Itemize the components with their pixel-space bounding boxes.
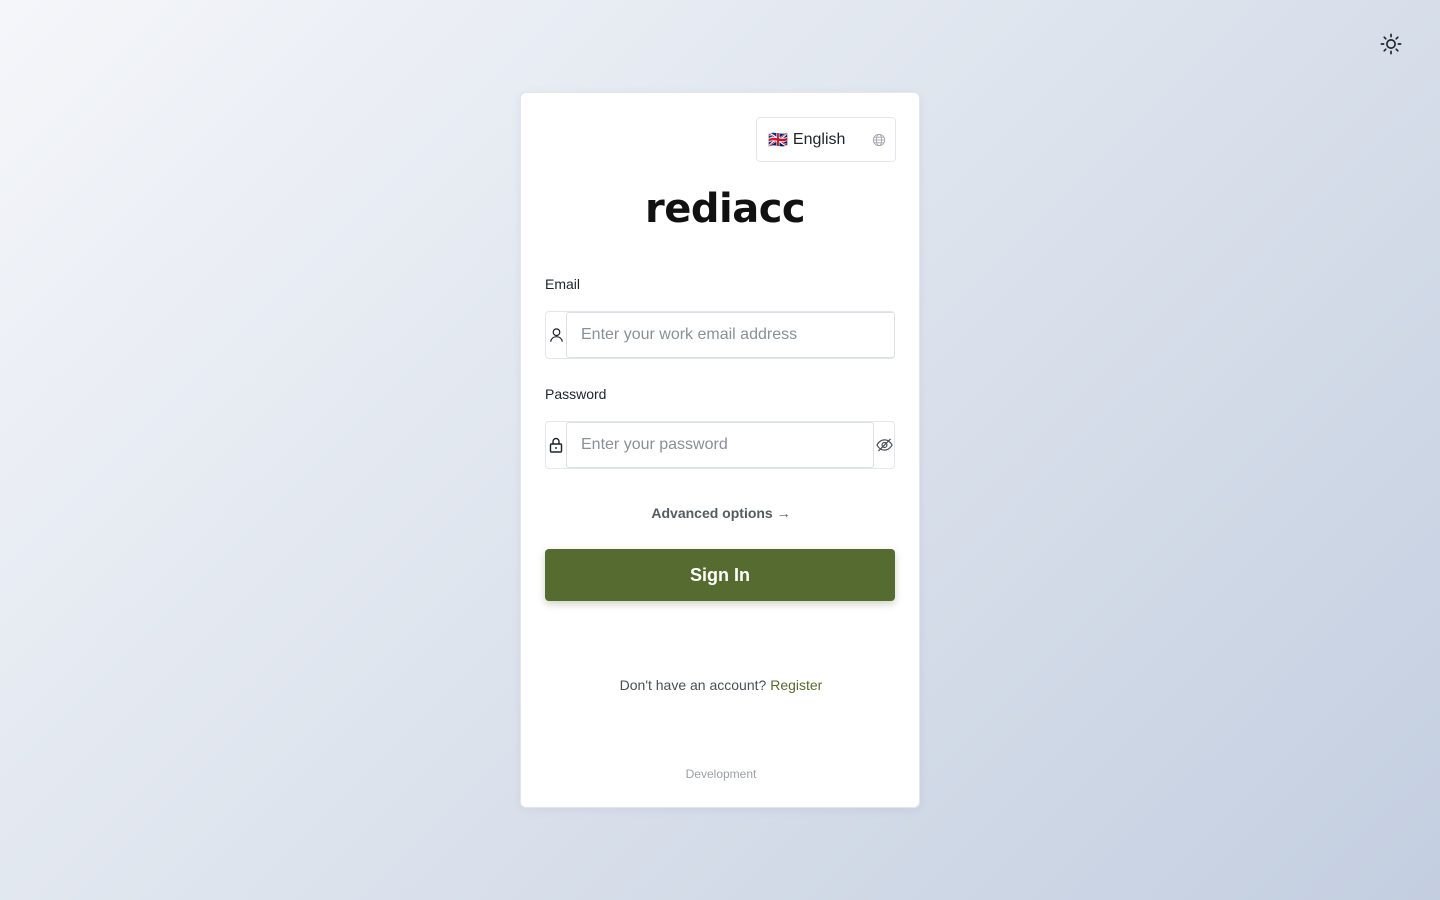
advanced-options-link[interactable]: Advanced options → <box>521 505 921 521</box>
email-field-wrapper <box>545 311 895 359</box>
globe-icon <box>872 133 886 147</box>
password-input[interactable] <box>566 422 874 468</box>
user-icon <box>549 328 563 342</box>
language-label: English <box>792 130 846 148</box>
sign-in-button[interactable]: Sign In <box>545 549 895 601</box>
arrow-right-icon: → <box>776 505 791 521</box>
register-prompt-text: Don't have an account? <box>619 677 767 693</box>
password-field-wrapper <box>545 421 895 469</box>
advanced-options-label: Advanced options <box>651 505 773 521</box>
email-input[interactable] <box>566 312 895 358</box>
uk-flag-icon: 🇬🇧 <box>768 130 788 149</box>
lock-icon <box>549 437 563 453</box>
language-select[interactable]: 🇬🇧 English <box>756 117 896 162</box>
password-label: Password <box>545 386 607 402</box>
environment-label: Development <box>685 767 757 781</box>
toggle-password-visibility[interactable] <box>874 422 894 468</box>
email-label: Email <box>545 276 581 292</box>
brand-logo: rediacc <box>645 186 806 232</box>
theme-toggle-button[interactable] <box>1378 31 1404 57</box>
login-card: 🇬🇧 English rediacc Email Password <box>520 92 920 808</box>
sun-icon <box>1380 33 1402 55</box>
register-prompt: Don't have an account? Register <box>521 677 921 693</box>
register-link[interactable]: Register <box>770 677 822 693</box>
eye-off-icon <box>875 438 893 452</box>
